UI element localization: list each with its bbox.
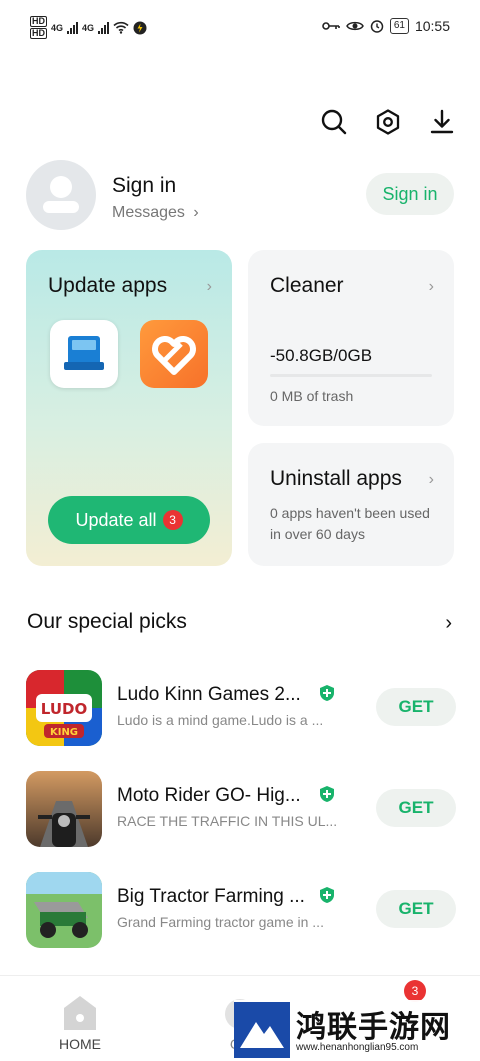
settings-icon[interactable] (374, 108, 402, 136)
nav-home-label: HOME (59, 1036, 101, 1052)
messages-label: Messages (112, 204, 185, 221)
nav-home[interactable]: HOME (50, 994, 110, 1054)
list-item[interactable]: Big Tractor Farming ... Grand Farming tr… (26, 872, 456, 948)
sign-in-button[interactable]: Sign in (366, 173, 454, 215)
network-4g-2: 4G (82, 22, 95, 33)
uninstall-apps-card[interactable]: Uninstall apps › 0 apps haven't been use… (248, 443, 454, 566)
vpn-icon (133, 21, 147, 34)
chevron-right-icon: › (206, 278, 212, 295)
user-icon (43, 176, 79, 213)
app-name: Ludo Kinn Games 2... (117, 684, 301, 705)
get-button[interactable]: GET (376, 688, 456, 726)
file-manager-icon (64, 336, 104, 370)
trash-size: 0 MB of trash (270, 388, 354, 404)
wifi-icon (113, 21, 129, 34)
app-description: Grand Farming tractor game in ... (117, 914, 324, 930)
key-icon (322, 22, 340, 30)
storage-bar (270, 374, 432, 377)
battery-indicator: 61 (389, 18, 409, 34)
special-picks-title: Our special picks (27, 610, 187, 633)
get-button[interactable]: GET (376, 890, 456, 928)
uninstall-title: Uninstall apps (270, 467, 402, 490)
big-tractor-app-icon[interactable] (26, 872, 102, 948)
watermark-logo-icon (234, 1002, 290, 1058)
list-item[interactable]: LUDO KING Ludo Kinn Games 2... Ludo is a… (26, 670, 456, 746)
storage-value: -50.8GB/0GB (270, 346, 373, 365)
app-update-icon-1[interactable] (50, 320, 118, 388)
app-name: Big Tractor Farming ... (117, 886, 305, 907)
svg-text:LUDO: LUDO (41, 700, 87, 718)
watermark-url: www.henanhonglian95.com (296, 1042, 419, 1053)
eye-icon (345, 21, 364, 31)
home-icon (64, 996, 96, 1030)
hd-label-2: HD (30, 28, 47, 39)
clock: 10:55 (414, 18, 450, 34)
app-update-icon-2[interactable] (140, 320, 208, 388)
cleaner-title: Cleaner (270, 274, 344, 297)
chevron-right-icon: › (428, 278, 434, 295)
chevron-right-icon: › (428, 471, 434, 488)
status-left: HD HD 4G 4G (30, 16, 147, 39)
cleaner-card[interactable]: Cleaner › -50.8GB/0GB 0 MB of trash (248, 250, 454, 426)
profile-title[interactable]: Sign in (112, 174, 176, 198)
profile-row[interactable]: Sign in Messages › Sign in (26, 160, 456, 230)
uninstall-description: 0 apps haven't been used in over 60 days (270, 505, 430, 542)
search-icon[interactable] (320, 108, 348, 136)
update-apps-title: Update apps (48, 274, 168, 297)
verified-shield-icon (320, 685, 334, 701)
signal-icon-2 (98, 21, 110, 34)
update-all-label: Update all (75, 509, 157, 530)
app-description: RACE THE TRAFFIC IN THIS UL... (117, 813, 338, 829)
verified-shield-icon (320, 887, 334, 903)
app-description: Ludo is a mind game.Ludo is a ... (117, 712, 324, 728)
status-right: 61 10:55 (322, 18, 450, 34)
chevron-right-icon[interactable]: › (445, 612, 452, 635)
get-button[interactable]: GET (376, 789, 456, 827)
chevron-right-icon: › (193, 204, 199, 221)
update-apps-card[interactable]: Update apps › Update all 3 (26, 250, 232, 566)
app-name: Moto Rider GO- Hig... (117, 785, 301, 806)
update-count-badge: 3 (162, 510, 183, 530)
svg-text:KING: KING (50, 727, 78, 738)
watermark-text: 鸿联手游网 (296, 1011, 451, 1044)
messages-link[interactable]: Messages › (112, 204, 199, 222)
hd-label-1: HD (30, 16, 47, 27)
watermark: 鸿联手游网 www.henanhonglian95.com (234, 1000, 480, 1061)
download-icon[interactable] (428, 108, 456, 136)
heart-app-icon (152, 336, 196, 375)
update-all-button[interactable]: Update all 3 (48, 496, 210, 544)
verified-shield-icon (320, 786, 334, 802)
avatar[interactable] (26, 160, 96, 230)
moto-rider-app-icon[interactable] (26, 771, 102, 847)
ludo-app-icon[interactable]: LUDO KING (26, 670, 102, 746)
alarm-icon (370, 20, 384, 33)
list-item[interactable]: Moto Rider GO- Hig... RACE THE TRAFFIC I… (26, 771, 456, 847)
network-4g-1: 4G (51, 22, 64, 33)
notification-badge: 3 (404, 980, 426, 1002)
status-bar: HD HD 4G 4G 61 10:55 (0, 0, 480, 58)
header-actions (320, 108, 456, 136)
signal-icon-1 (67, 21, 79, 34)
